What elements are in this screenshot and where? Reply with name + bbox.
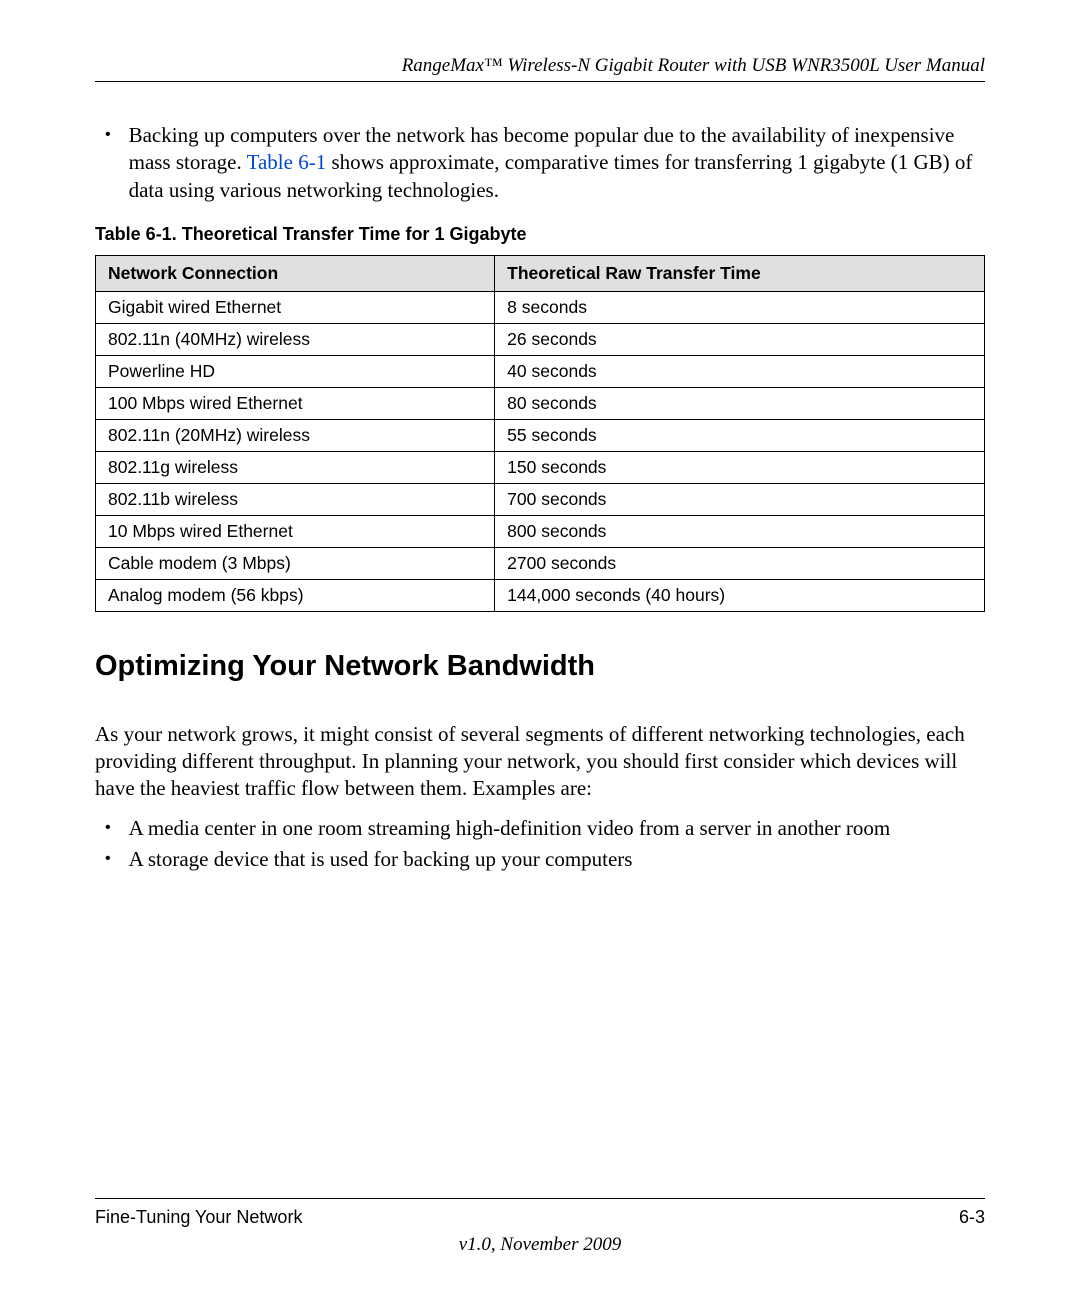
cell-time: 144,000 seconds (40 hours) [495, 579, 985, 611]
bullet-icon: • [105, 815, 111, 842]
cell-time: 26 seconds [495, 323, 985, 355]
table-row: 802.11n (20MHz) wireless55 seconds [96, 419, 985, 451]
table-row: Cable modem (3 Mbps)2700 seconds [96, 547, 985, 579]
cell-time: 150 seconds [495, 451, 985, 483]
table-reference-link[interactable]: Table 6-1 [247, 150, 327, 174]
cell-time: 700 seconds [495, 483, 985, 515]
example-bullet-text: A media center in one room streaming hig… [129, 815, 891, 842]
cell-network: Cable modem (3 Mbps) [96, 547, 495, 579]
table-row: 802.11n (40MHz) wireless26 seconds [96, 323, 985, 355]
col-header-time: Theoretical Raw Transfer Time [495, 255, 985, 291]
table-row: 802.11b wireless700 seconds [96, 483, 985, 515]
table-row: Powerline HD40 seconds [96, 355, 985, 387]
footer-rule [95, 1198, 985, 1199]
cell-network: 10 Mbps wired Ethernet [96, 515, 495, 547]
header-rule [95, 81, 985, 82]
bullet-icon: • [105, 122, 111, 204]
table-row: Gigabit wired Ethernet8 seconds [96, 291, 985, 323]
cell-time: 80 seconds [495, 387, 985, 419]
section-heading: Optimizing Your Network Bandwidth [95, 650, 985, 683]
cell-network: Gigabit wired Ethernet [96, 291, 495, 323]
example-bullet: • A media center in one room streaming h… [95, 815, 985, 842]
cell-network: Analog modem (56 kbps) [96, 579, 495, 611]
transfer-time-table: Network Connection Theoretical Raw Trans… [95, 255, 985, 612]
table-header-row: Network Connection Theoretical Raw Trans… [96, 255, 985, 291]
cell-network: Powerline HD [96, 355, 495, 387]
cell-time: 800 seconds [495, 515, 985, 547]
table-caption: Table 6-1. Theoretical Transfer Time for… [95, 224, 985, 245]
footer-page-number: 6-3 [959, 1207, 985, 1228]
cell-network: 100 Mbps wired Ethernet [96, 387, 495, 419]
example-bullet: • A storage device that is used for back… [95, 846, 985, 873]
col-header-network: Network Connection [96, 255, 495, 291]
table-row: 802.11g wireless150 seconds [96, 451, 985, 483]
table-row: 100 Mbps wired Ethernet80 seconds [96, 387, 985, 419]
cell-time: 55 seconds [495, 419, 985, 451]
cell-time: 40 seconds [495, 355, 985, 387]
table-row: 10 Mbps wired Ethernet800 seconds [96, 515, 985, 547]
cell-network: 802.11n (40MHz) wireless [96, 323, 495, 355]
intro-bullet: • Backing up computers over the network … [95, 122, 985, 204]
footer-chapter: Fine-Tuning Your Network [95, 1207, 302, 1228]
section-paragraph: As your network grows, it might consist … [95, 721, 985, 803]
cell-time: 2700 seconds [495, 547, 985, 579]
cell-network: 802.11g wireless [96, 451, 495, 483]
footer-version: v1.0, November 2009 [95, 1234, 985, 1256]
example-bullet-text: A storage device that is used for backin… [129, 846, 633, 873]
header-title: RangeMax™ Wireless-N Gigabit Router with… [95, 55, 985, 77]
table-row: Analog modem (56 kbps)144,000 seconds (4… [96, 579, 985, 611]
bullet-icon: • [105, 846, 111, 873]
page-footer: Fine-Tuning Your Network 6-3 v1.0, Novem… [95, 1190, 985, 1256]
cell-network: 802.11n (20MHz) wireless [96, 419, 495, 451]
cell-time: 8 seconds [495, 291, 985, 323]
intro-bullet-text: Backing up computers over the network ha… [129, 122, 985, 204]
cell-network: 802.11b wireless [96, 483, 495, 515]
